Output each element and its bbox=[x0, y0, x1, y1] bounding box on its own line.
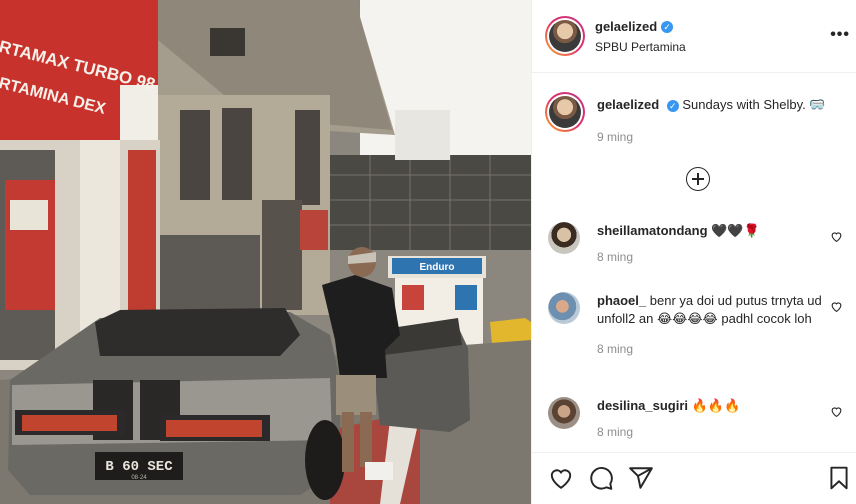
instagram-post-view: RTAMAX TURBO 98 RTAMINA DEX Enduro B 60 … bbox=[0, 0, 856, 504]
comment-time[interactable]: 8 ming bbox=[597, 340, 822, 358]
caption-time[interactable]: 9 ming bbox=[597, 128, 826, 146]
share-icon[interactable] bbox=[628, 465, 654, 491]
comment-item: phaoel_ benr ya doi ud putus trnyta ud u… bbox=[548, 292, 843, 358]
post-photo[interactable]: RTAMAX TURBO 98 RTAMINA DEX Enduro B 60 … bbox=[0, 0, 531, 504]
gas-station-photo: RTAMAX TURBO 98 RTAMINA DEX Enduro B 60 … bbox=[0, 0, 531, 504]
comment-body: sheillamatondang 🖤🖤🌹 8 ming bbox=[597, 222, 822, 266]
heart-icon[interactable] bbox=[830, 300, 843, 313]
caption-emoji: 🥽 bbox=[809, 97, 826, 112]
author-username[interactable]: gelaelized bbox=[595, 19, 657, 34]
comment-avatar[interactable] bbox=[548, 222, 580, 254]
license-plate-sub: 08·24 bbox=[131, 475, 147, 481]
comment-username[interactable]: phaoel_ bbox=[597, 293, 646, 308]
comment-text: 🖤🖤🌹 bbox=[711, 223, 760, 238]
caption-text: Sundays with Shelby. bbox=[682, 97, 806, 112]
comment-text: 🔥🔥🔥 bbox=[691, 398, 741, 413]
more-options-button[interactable]: ••• bbox=[830, 26, 850, 44]
comment-time[interactable]: 8 ming bbox=[597, 423, 822, 441]
comment-avatar[interactable] bbox=[548, 397, 580, 429]
author-meta: gelaelized ✓ SPBU Pertamina bbox=[595, 18, 686, 54]
post-action-bar bbox=[532, 452, 856, 504]
comment-username[interactable]: sheillamatondang bbox=[597, 223, 708, 238]
enduro-sign: Enduro bbox=[420, 262, 455, 273]
license-plate: B 60 SEC bbox=[105, 459, 173, 475]
comment-body: phaoel_ benr ya doi ud putus trnyta ud u… bbox=[597, 292, 822, 358]
comment-item: sheillamatondang 🖤🖤🌹 8 ming bbox=[548, 222, 843, 266]
caption-body: gelaelized ✓ Sundays with Shelby. 🥽 9 mi… bbox=[597, 96, 826, 218]
plus-circle-icon[interactable] bbox=[686, 167, 710, 191]
comment-item: desilina_sugiri 🔥🔥🔥 8 ming bbox=[548, 397, 843, 441]
heart-icon[interactable] bbox=[830, 405, 843, 418]
comment-time[interactable]: 8 ming bbox=[597, 248, 822, 266]
caption-avatar[interactable] bbox=[545, 92, 585, 132]
author-avatar[interactable] bbox=[545, 16, 585, 56]
verified-badge-icon: ✓ bbox=[661, 20, 674, 33]
comment-username[interactable]: desilina_sugiri bbox=[597, 398, 688, 413]
heart-icon[interactable] bbox=[830, 230, 843, 243]
verified-badge-icon: ✓ bbox=[666, 100, 679, 112]
caption-username[interactable]: gelaelized bbox=[597, 97, 659, 112]
caption: gelaelized ✓ Sundays with Shelby. 🥽 9 mi… bbox=[532, 73, 856, 218]
author-username-row: gelaelized ✓ bbox=[595, 19, 674, 34]
comment-icon[interactable] bbox=[588, 465, 614, 491]
post-header: gelaelized ✓ SPBU Pertamina ••• bbox=[532, 0, 856, 73]
post-details-panel: gelaelized ✓ SPBU Pertamina ••• gelaeliz… bbox=[531, 0, 856, 504]
heart-icon[interactable] bbox=[548, 465, 574, 491]
comment-avatar[interactable] bbox=[548, 292, 580, 324]
comment-body: desilina_sugiri 🔥🔥🔥 8 ming bbox=[597, 397, 822, 441]
bookmark-icon[interactable] bbox=[826, 465, 852, 491]
post-location[interactable]: SPBU Pertamina bbox=[595, 40, 686, 54]
